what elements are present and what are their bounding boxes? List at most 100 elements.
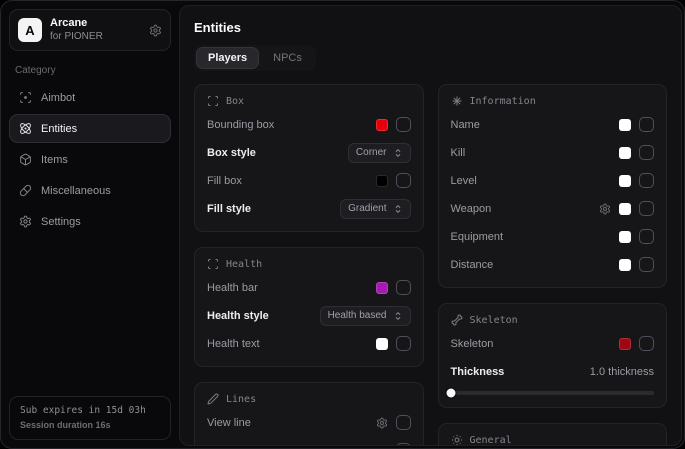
page-title: Entities [194,20,667,35]
card-title: Skeleton [470,315,518,326]
view-line-checkbox[interactable] [396,415,411,430]
row-label: Fill style [207,203,251,215]
color-swatch[interactable] [619,203,631,215]
sparkle-icon [451,95,463,107]
cube-icon [19,153,32,166]
card-title: Information [470,96,536,107]
sidebar-item-label: Entities [41,123,77,135]
row-label: Name [451,119,480,131]
select-value: Gradient [348,203,386,214]
chevrons-up-down-icon [393,148,403,158]
line-to-enemy-settings-icon[interactable] [376,445,388,447]
card-box: Box Bounding box Box style Corner [194,84,424,232]
skeleton-checkbox[interactable] [639,336,654,351]
sidebar-item-label: Aimbot [41,92,75,104]
tab-group: Players NPCs [194,45,316,71]
row-label: Health bar [207,282,258,294]
crosshair-icon [19,91,32,104]
sub-expiry-text: Sub expires in 15d 03h [20,404,160,418]
bone-icon [451,314,463,326]
color-swatch[interactable] [619,231,631,243]
scan-icon [207,95,219,107]
view-line-settings-icon[interactable] [376,417,388,429]
color-swatch[interactable] [376,282,388,294]
line-to-enemy-checkbox[interactable] [396,443,411,446]
row-label: Box style [207,147,256,159]
card-title: General [470,435,512,446]
row-label: Thickness [451,366,505,378]
slider-thumb[interactable] [446,389,455,398]
thickness-slider[interactable] [451,391,655,395]
subscription-info: Sub expires in 15d 03h Session duration … [9,396,171,440]
sidebar-item-settings[interactable]: Settings [9,207,171,236]
atom-icon [19,122,32,135]
weapon-settings-icon[interactable] [599,203,611,215]
name-checkbox[interactable] [639,117,654,132]
row-label: View line [207,417,251,429]
row-label: Distance [451,259,494,271]
session-duration-text: Session duration 16s [20,419,160,433]
level-checkbox[interactable] [639,173,654,188]
thickness-value: 1.0 thickness [590,366,654,378]
row-label: Skeleton [451,338,494,350]
row-label: Health text [207,338,260,350]
color-swatch[interactable] [619,119,631,131]
chevrons-up-down-icon [393,204,403,214]
color-swatch[interactable] [619,259,631,271]
gear-icon [19,215,32,228]
sidebar-item-items[interactable]: Items [9,145,171,174]
color-swatch[interactable] [619,175,631,187]
pencil-icon [207,393,219,405]
select-value: Corner [356,147,387,158]
bounding-box-checkbox[interactable] [396,117,411,132]
sidebar-item-label: Miscellaneous [41,185,111,197]
card-information: Information Name Kill [438,84,668,288]
sidebar-item-label: Settings [41,216,81,228]
scan-icon [207,258,219,270]
color-swatch[interactable] [376,175,388,187]
tab-npcs[interactable]: NPCs [261,47,314,69]
card-general: General Visibility check Max distance 50… [438,423,668,446]
card-skeleton: Skeleton Skeleton Thickness 1.0 thicknes… [438,303,668,408]
sun-icon [451,434,463,446]
sidebar-item-aimbot[interactable]: Aimbot [9,83,171,112]
row-label: Line to enemy [207,445,276,447]
brand-settings-icon[interactable] [149,24,162,37]
main-panel: Entities Players NPCs Box Bounding box [179,5,682,446]
box-style-select[interactable]: Corner [348,143,411,163]
row-label: Bounding box [207,119,274,131]
health-bar-checkbox[interactable] [396,280,411,295]
app-logo: A [18,18,42,42]
equipment-checkbox[interactable] [639,229,654,244]
select-value: Health based [328,310,387,321]
sidebar-item-miscellaneous[interactable]: Miscellaneous [9,176,171,205]
card-title: Lines [226,394,256,405]
row-label: Level [451,175,477,187]
weapon-checkbox[interactable] [639,201,654,216]
fill-style-select[interactable]: Gradient [340,199,410,219]
card-lines: Lines View line Line to enemy [194,382,424,446]
app-name: Arcane [50,17,141,31]
color-swatch[interactable] [619,147,631,159]
row-label: Health style [207,310,269,322]
category-label: Category [15,65,165,76]
row-label: Equipment [451,231,504,243]
app-subtitle: for PIONER [50,31,141,44]
health-text-checkbox[interactable] [396,336,411,351]
row-label: Kill [451,147,466,159]
color-swatch[interactable] [376,119,388,131]
sidebar-item-label: Items [41,154,68,166]
sidebar: A Arcane for PIONER Category Aimbot Enti… [1,1,179,448]
health-style-select[interactable]: Health based [320,306,411,326]
distance-checkbox[interactable] [639,257,654,272]
tab-players[interactable]: Players [196,47,259,69]
color-swatch[interactable] [376,338,388,350]
color-swatch[interactable] [619,338,631,350]
card-title: Box [226,96,244,107]
row-label: Weapon [451,203,492,215]
fill-box-checkbox[interactable] [396,173,411,188]
brand-card: A Arcane for PIONER [9,9,171,51]
card-title: Health [226,259,262,270]
sidebar-item-entities[interactable]: Entities [9,114,171,143]
kill-checkbox[interactable] [639,145,654,160]
